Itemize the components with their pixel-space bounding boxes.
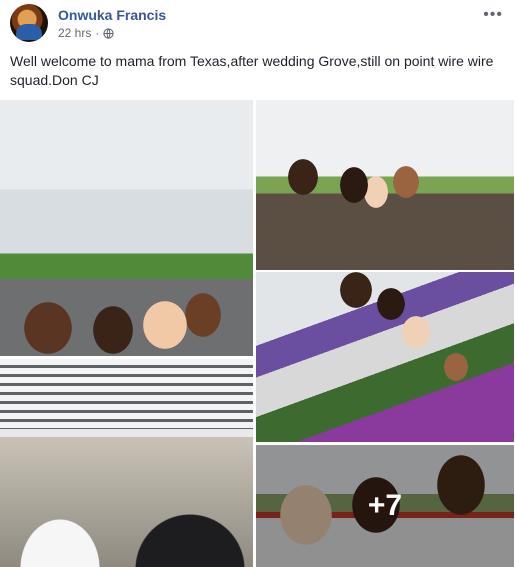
facebook-post: Onwuka Francis 22 hrs · ••• Well welcome… — [0, 0, 515, 567]
photo-1[interactable] — [0, 100, 253, 356]
post-options-icon[interactable]: ••• — [483, 6, 503, 24]
photo-2[interactable] — [256, 100, 514, 270]
photo-5-more[interactable]: +7 — [256, 445, 514, 567]
photo-3[interactable] — [256, 272, 514, 442]
more-photos-count: +7 — [367, 489, 403, 522]
author-name-link[interactable]: Onwuka Francis — [58, 7, 166, 23]
post-timestamp[interactable]: 22 hrs — [58, 26, 91, 40]
post-meta: 22 hrs · — [58, 26, 114, 40]
photo-4[interactable] — [0, 359, 253, 567]
post-text: Well welcome to mama from Texas,after we… — [10, 53, 494, 88]
more-photos-overlay[interactable]: +7 — [256, 445, 514, 567]
author-avatar[interactable] — [10, 4, 48, 42]
globe-icon[interactable] — [103, 27, 114, 39]
